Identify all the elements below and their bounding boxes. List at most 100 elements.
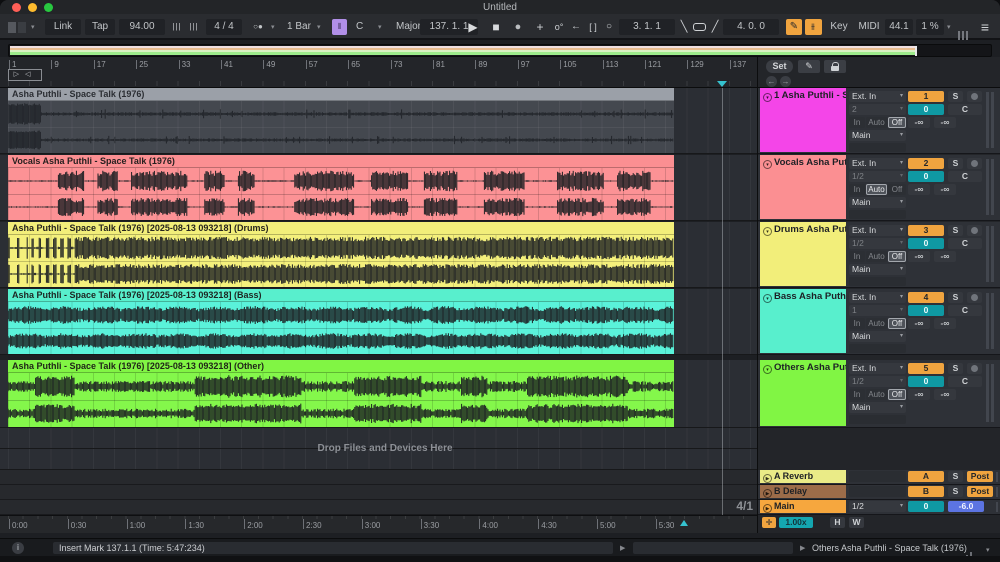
monitor-off-button[interactable]: Off: [888, 251, 906, 262]
loop-length-field[interactable]: 4. 0. 0: [723, 19, 779, 35]
stop-button[interactable]: ■: [488, 19, 504, 35]
meter-dropdown-icon[interactable]: ▾: [986, 546, 990, 554]
track-name-cell[interactable]: ▾Others Asha Put: [760, 360, 846, 426]
main-lane[interactable]: [0, 500, 757, 515]
arm-button[interactable]: [967, 225, 982, 236]
fold-icon[interactable]: ▾: [763, 93, 772, 102]
output-menu[interactable]: Main▾: [849, 130, 906, 141]
track-header[interactable]: ▾Vocals Asha PutExt. In▾1/2▾InAutoOffMai…: [758, 155, 1000, 221]
back-arrow-button[interactable]: ←: [766, 76, 777, 87]
solo-button[interactable]: S: [948, 158, 963, 169]
quantization-menu[interactable]: 1 Bar: [283, 19, 315, 35]
nudge-up-button[interactable]: |||: [187, 19, 201, 35]
return-activator-button[interactable]: A: [908, 471, 944, 482]
arm-button[interactable]: [967, 292, 982, 303]
tap-button[interactable]: Tap: [85, 19, 115, 35]
return-track-header[interactable]: ▶A Reverb AS Post: [758, 470, 1000, 485]
meter-value-right[interactable]: -∞: [934, 389, 956, 400]
monitor-auto-button[interactable]: Auto: [866, 251, 887, 262]
return-empty-field[interactable]: [849, 471, 906, 482]
quantization-dropdown-icon[interactable]: ▾: [317, 23, 321, 31]
monitor-auto-button[interactable]: Auto: [866, 184, 887, 195]
pan-chip[interactable]: 0: [908, 376, 944, 387]
track-header[interactable]: ▾Bass Asha PuthliExt. In▾1▾InAutoOffMain…: [758, 289, 1000, 355]
output-menu[interactable]: Main▾: [849, 402, 906, 413]
loop-button[interactable]: [693, 23, 706, 31]
link-button[interactable]: Link: [45, 19, 81, 35]
input-type-menu[interactable]: Ext. In▾: [849, 292, 906, 303]
arm-button[interactable]: [967, 91, 982, 102]
zoom-level-chip[interactable]: 1.00x: [779, 517, 813, 528]
track-name-cell[interactable]: ▾Vocals Asha Put: [760, 155, 846, 219]
metronome-dropdown-icon[interactable]: ▾: [271, 23, 275, 31]
arrangement-overview[interactable]: [8, 44, 992, 57]
main-pan-chip[interactable]: 0: [908, 501, 944, 512]
return-name-cell[interactable]: ▶B Delay: [760, 485, 846, 498]
post-toggle[interactable]: Post: [967, 471, 993, 482]
track-lane[interactable]: Asha Puthli - Space Talk (1976) [2025-08…: [0, 222, 757, 288]
midi-map-button[interactable]: MIDI: [855, 19, 883, 35]
meter-value-left[interactable]: -∞: [908, 184, 930, 195]
input-type-menu[interactable]: Ext. In▾: [849, 225, 906, 236]
track-activator-button[interactable]: 3: [908, 225, 944, 236]
track-activator-button[interactable]: 5: [908, 363, 944, 374]
overdub-button[interactable]: +: [533, 19, 547, 35]
capture-midi-button[interactable]: [ ]: [585, 19, 601, 35]
monitor-off-button[interactable]: Off: [888, 184, 906, 195]
forward-arrow-button[interactable]: →: [780, 76, 791, 87]
monitor-in-button[interactable]: In: [849, 117, 865, 128]
solo-button[interactable]: S: [948, 486, 963, 497]
input-type-menu[interactable]: Ext. In▾: [849, 91, 906, 102]
track-name-cell[interactable]: ▾Drums Asha Put: [760, 222, 846, 286]
track-io-empty-field[interactable]: [849, 277, 906, 286]
status-arrow-icon-2[interactable]: ▶: [800, 544, 805, 552]
audio-clip[interactable]: Asha Puthli - Space Talk (1976) [2025-08…: [8, 222, 674, 287]
track-lane[interactable]: Asha Puthli - Space Talk (1976): [0, 88, 757, 154]
meter-value-right[interactable]: -∞: [934, 184, 956, 195]
output-menu[interactable]: Main▾: [849, 197, 906, 208]
meter-value-right[interactable]: -∞: [934, 117, 956, 128]
track-header[interactable]: ▾1 Asha Puthli - SExt. In▾2▾InAutoOffMai…: [758, 88, 1000, 154]
monitor-auto-button[interactable]: Auto: [866, 318, 887, 329]
main-volume-chip[interactable]: -6.0: [948, 501, 984, 512]
fold-icon[interactable]: ▾: [763, 294, 772, 303]
track-io-empty-field[interactable]: [849, 210, 906, 219]
menu-icon[interactable]: ≡: [976, 19, 994, 35]
crossfade-chip[interactable]: C: [948, 376, 982, 387]
return-activator-button[interactable]: B: [908, 486, 944, 497]
monitor-in-button[interactable]: In: [849, 389, 865, 400]
meter-value-right[interactable]: -∞: [934, 318, 956, 329]
insert-marker-triangle[interactable]: [717, 81, 727, 87]
return-lane[interactable]: [0, 485, 757, 500]
set-button[interactable]: Set: [766, 60, 793, 73]
track-io-empty-field[interactable]: [849, 344, 906, 353]
punch-in-button[interactable]: ╲: [678, 19, 690, 35]
return-track-header[interactable]: ▶B DelayBSPost: [758, 485, 1000, 500]
monitor-in-button[interactable]: In: [849, 251, 865, 262]
bar-ruler[interactable]: 191725334149576573818997105113121129137 …: [0, 57, 1000, 88]
solo-button[interactable]: S: [948, 471, 963, 482]
meter-value-left[interactable]: -∞: [908, 318, 930, 329]
loop-brace-icon[interactable]: ▷◁: [8, 69, 42, 81]
track-header[interactable]: ▾Drums Asha PutExt. In▾1/2▾InAutoOffMain…: [758, 222, 1000, 288]
scale-mode-button[interactable]: ⫴: [332, 19, 347, 35]
monitor-in-button[interactable]: In: [849, 318, 865, 329]
return-name-cell[interactable]: ▶A Reverb: [760, 470, 846, 483]
meter-value-left[interactable]: -∞: [908, 251, 930, 262]
track-activator-button[interactable]: 2: [908, 158, 944, 169]
solo-button[interactable]: S: [948, 363, 963, 374]
solo-button[interactable]: S: [948, 91, 963, 102]
monitor-in-button[interactable]: In: [849, 184, 865, 195]
crossfade-chip[interactable]: C: [948, 305, 982, 316]
track-lane[interactable]: Asha Puthli - Space Talk (1976) [2025-08…: [0, 289, 757, 355]
pan-chip[interactable]: 0: [908, 104, 944, 115]
cpu-dropdown-icon[interactable]: ▾: [947, 23, 951, 31]
key-root-menu[interactable]: C: [352, 19, 374, 35]
zoom-width-button[interactable]: W: [849, 517, 864, 528]
track-lane[interactable]: Vocals Asha Puthli - Space Talk (1976): [0, 155, 757, 221]
meter-value-left[interactable]: -∞: [908, 389, 930, 400]
time-signature-field[interactable]: 4 / 4: [206, 19, 242, 35]
monitor-off-button[interactable]: Off: [888, 389, 906, 400]
input-type-menu[interactable]: Ext. In▾: [849, 363, 906, 374]
main-routing-menu[interactable]: 1/2▾: [849, 501, 906, 512]
